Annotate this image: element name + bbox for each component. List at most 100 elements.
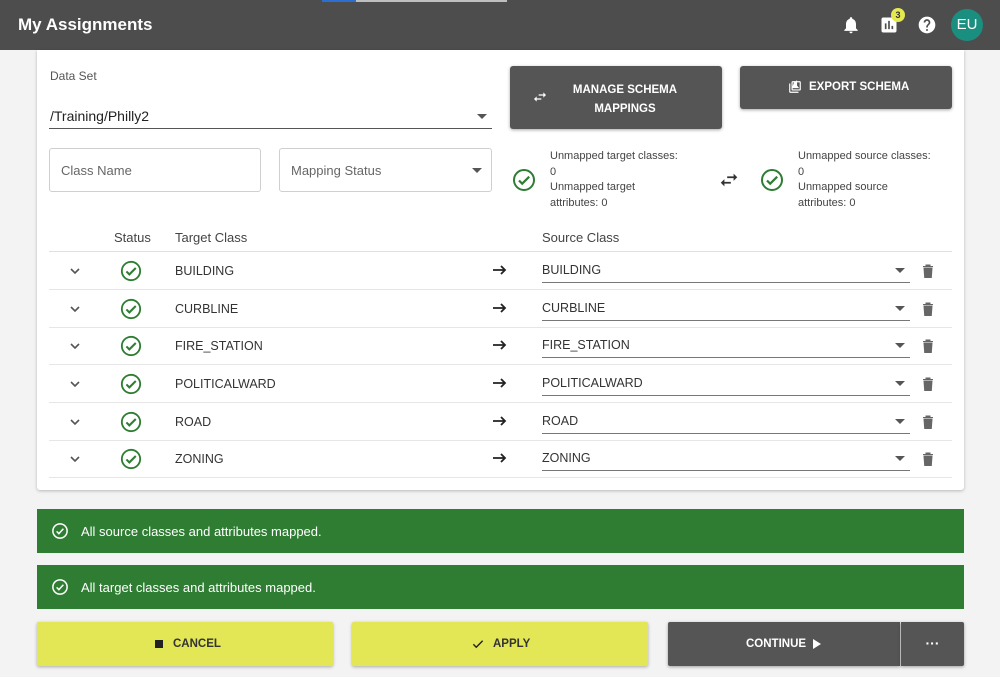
chevron-down-icon[interactable] — [69, 303, 81, 315]
check-circle-icon — [761, 169, 783, 191]
chevron-down-icon — [895, 419, 905, 424]
schema-mapping-card: Data Set /Training/Philly2 Class Name Ma… — [37, 50, 964, 490]
source-select-underline — [542, 282, 910, 283]
help-icon[interactable] — [917, 15, 937, 35]
target-class-cell: ROAD — [175, 415, 212, 429]
apply-label: APPLY — [493, 638, 531, 650]
target-class-cell: CURBLINE — [175, 302, 239, 316]
source-class-value: ZONING — [542, 451, 591, 465]
unmapped-source-attrs-label1: Unmapped source — [798, 181, 888, 193]
source-summary: Unmapped source classes: 0 Unmapped sour… — [798, 149, 931, 211]
page-title: My Assignments — [18, 15, 153, 34]
chevron-down-icon[interactable] — [69, 378, 81, 390]
top-app-bar: My Assignments 3 EU — [0, 0, 1000, 50]
check-circle-icon — [120, 448, 142, 470]
chevron-down-icon — [895, 306, 905, 311]
arrow-right-icon — [493, 416, 507, 426]
chevron-down-icon[interactable] — [69, 340, 81, 352]
check-circle-icon — [120, 298, 142, 320]
unmapped-target-classes-label: Unmapped target classes: — [550, 150, 678, 162]
trash-icon[interactable] — [922, 264, 934, 278]
cancel-label: CANCEL — [173, 638, 221, 650]
play-icon — [813, 639, 821, 649]
check-circle-outline-icon — [52, 523, 68, 539]
tab-indicator — [322, 0, 356, 2]
arrow-right-icon — [493, 265, 507, 275]
source-class-value: POLITICALWARD — [542, 376, 643, 390]
notification-badge: 3 — [891, 8, 905, 22]
continue-button[interactable]: CONTINUE — [668, 622, 900, 666]
unmapped-target-attrs-label2: attributes: 0 — [550, 196, 608, 209]
trash-icon[interactable] — [922, 415, 934, 429]
class-name-placeholder: Class Name — [61, 163, 132, 178]
table-row: ZONING ZONING — [49, 440, 952, 478]
more-label: ··· — [925, 635, 940, 651]
mapping-status-select[interactable]: Mapping Status — [279, 148, 492, 192]
unmapped-target-classes-value: 0 — [550, 165, 557, 178]
target-class-cell: ZONING — [175, 452, 224, 466]
arrow-right-icon — [493, 340, 507, 350]
target-mapped-banner: All target classes and attributes mapped… — [37, 565, 964, 609]
source-select-underline — [542, 320, 910, 321]
class-name-input[interactable]: Class Name — [49, 148, 261, 192]
unmapped-source-attrs-label2: attributes: 0 — [798, 196, 856, 209]
manage-label-line2: MAPPINGS — [594, 103, 656, 115]
source-class-value: FIRE_STATION — [542, 338, 630, 352]
source-class-value: BUILDING — [542, 263, 602, 277]
apply-button[interactable]: APPLY — [352, 622, 648, 666]
unmapped-source-classes-label: Unmapped source classes: — [798, 150, 931, 162]
user-avatar[interactable]: EU — [951, 9, 983, 41]
swap-horiz-icon — [534, 92, 546, 102]
arrow-right-icon — [493, 453, 507, 463]
export-label: EXPORT SCHEMA — [809, 81, 910, 93]
target-class-cell: FIRE_STATION — [175, 339, 263, 353]
chevron-down-icon — [477, 114, 487, 119]
table-row: POLITICALWARD POLITICALWARD — [49, 365, 952, 403]
table-row: BUILDING BUILDING — [49, 252, 952, 290]
trash-icon[interactable] — [922, 452, 934, 466]
dataset-value: /Training/Philly2 — [50, 108, 150, 124]
manage-schema-mappings-button[interactable]: MANAGE SCHEMA MAPPINGS — [510, 66, 722, 129]
dataset-label: Data Set — [50, 69, 97, 83]
check-circle-icon — [120, 335, 142, 357]
stop-icon — [155, 640, 163, 648]
check-circle-outline-icon — [52, 579, 68, 595]
chevron-down-icon[interactable] — [69, 453, 81, 465]
source-select-underline — [542, 395, 910, 396]
continue-label: CONTINUE — [746, 638, 807, 650]
check-circle-icon — [120, 260, 142, 282]
arrow-right-icon — [493, 303, 507, 313]
source-mapped-banner: All source classes and attributes mapped… — [37, 509, 964, 553]
source-select-underline — [542, 433, 910, 434]
export-schema-button[interactable]: EXPORT SCHEMA — [740, 66, 952, 109]
chevron-down-icon — [472, 168, 482, 173]
chevron-down-icon — [895, 381, 905, 386]
bell-icon[interactable] — [841, 15, 861, 35]
check-circle-icon — [120, 373, 142, 395]
source-select-underline — [542, 357, 910, 358]
swap-icon — [720, 173, 738, 187]
target-summary: Unmapped target classes: 0 Unmapped targ… — [550, 149, 678, 211]
cancel-button[interactable]: CANCEL — [37, 622, 333, 666]
trash-icon[interactable] — [922, 377, 934, 391]
source-class-value: ROAD — [542, 414, 579, 428]
source-class-value: CURBLINE — [542, 301, 606, 315]
arrow-right-icon — [493, 378, 507, 388]
source-banner-text: All source classes and attributes mapped… — [81, 524, 322, 539]
mapping-status-placeholder: Mapping Status — [291, 163, 382, 178]
target-class-cell: POLITICALWARD — [175, 377, 276, 391]
more-options-button[interactable]: ··· — [901, 622, 964, 666]
source-class-column-header: Source Class — [542, 230, 620, 245]
trash-icon[interactable] — [922, 302, 934, 316]
chevron-down-icon[interactable] — [69, 265, 81, 277]
table-row: CURBLINE CURBLINE — [49, 290, 952, 328]
source-select-underline — [542, 470, 910, 471]
manage-label-line1: MANAGE SCHEMA — [572, 84, 678, 96]
status-column-header: Status — [114, 230, 151, 245]
target-banner-text: All target classes and attributes mapped… — [81, 580, 316, 595]
chevron-down-icon — [895, 268, 905, 273]
table-row: ROAD ROAD — [49, 403, 952, 441]
trash-icon[interactable] — [922, 339, 934, 353]
dataset-underline — [49, 128, 492, 129]
chevron-down-icon[interactable] — [69, 416, 81, 428]
